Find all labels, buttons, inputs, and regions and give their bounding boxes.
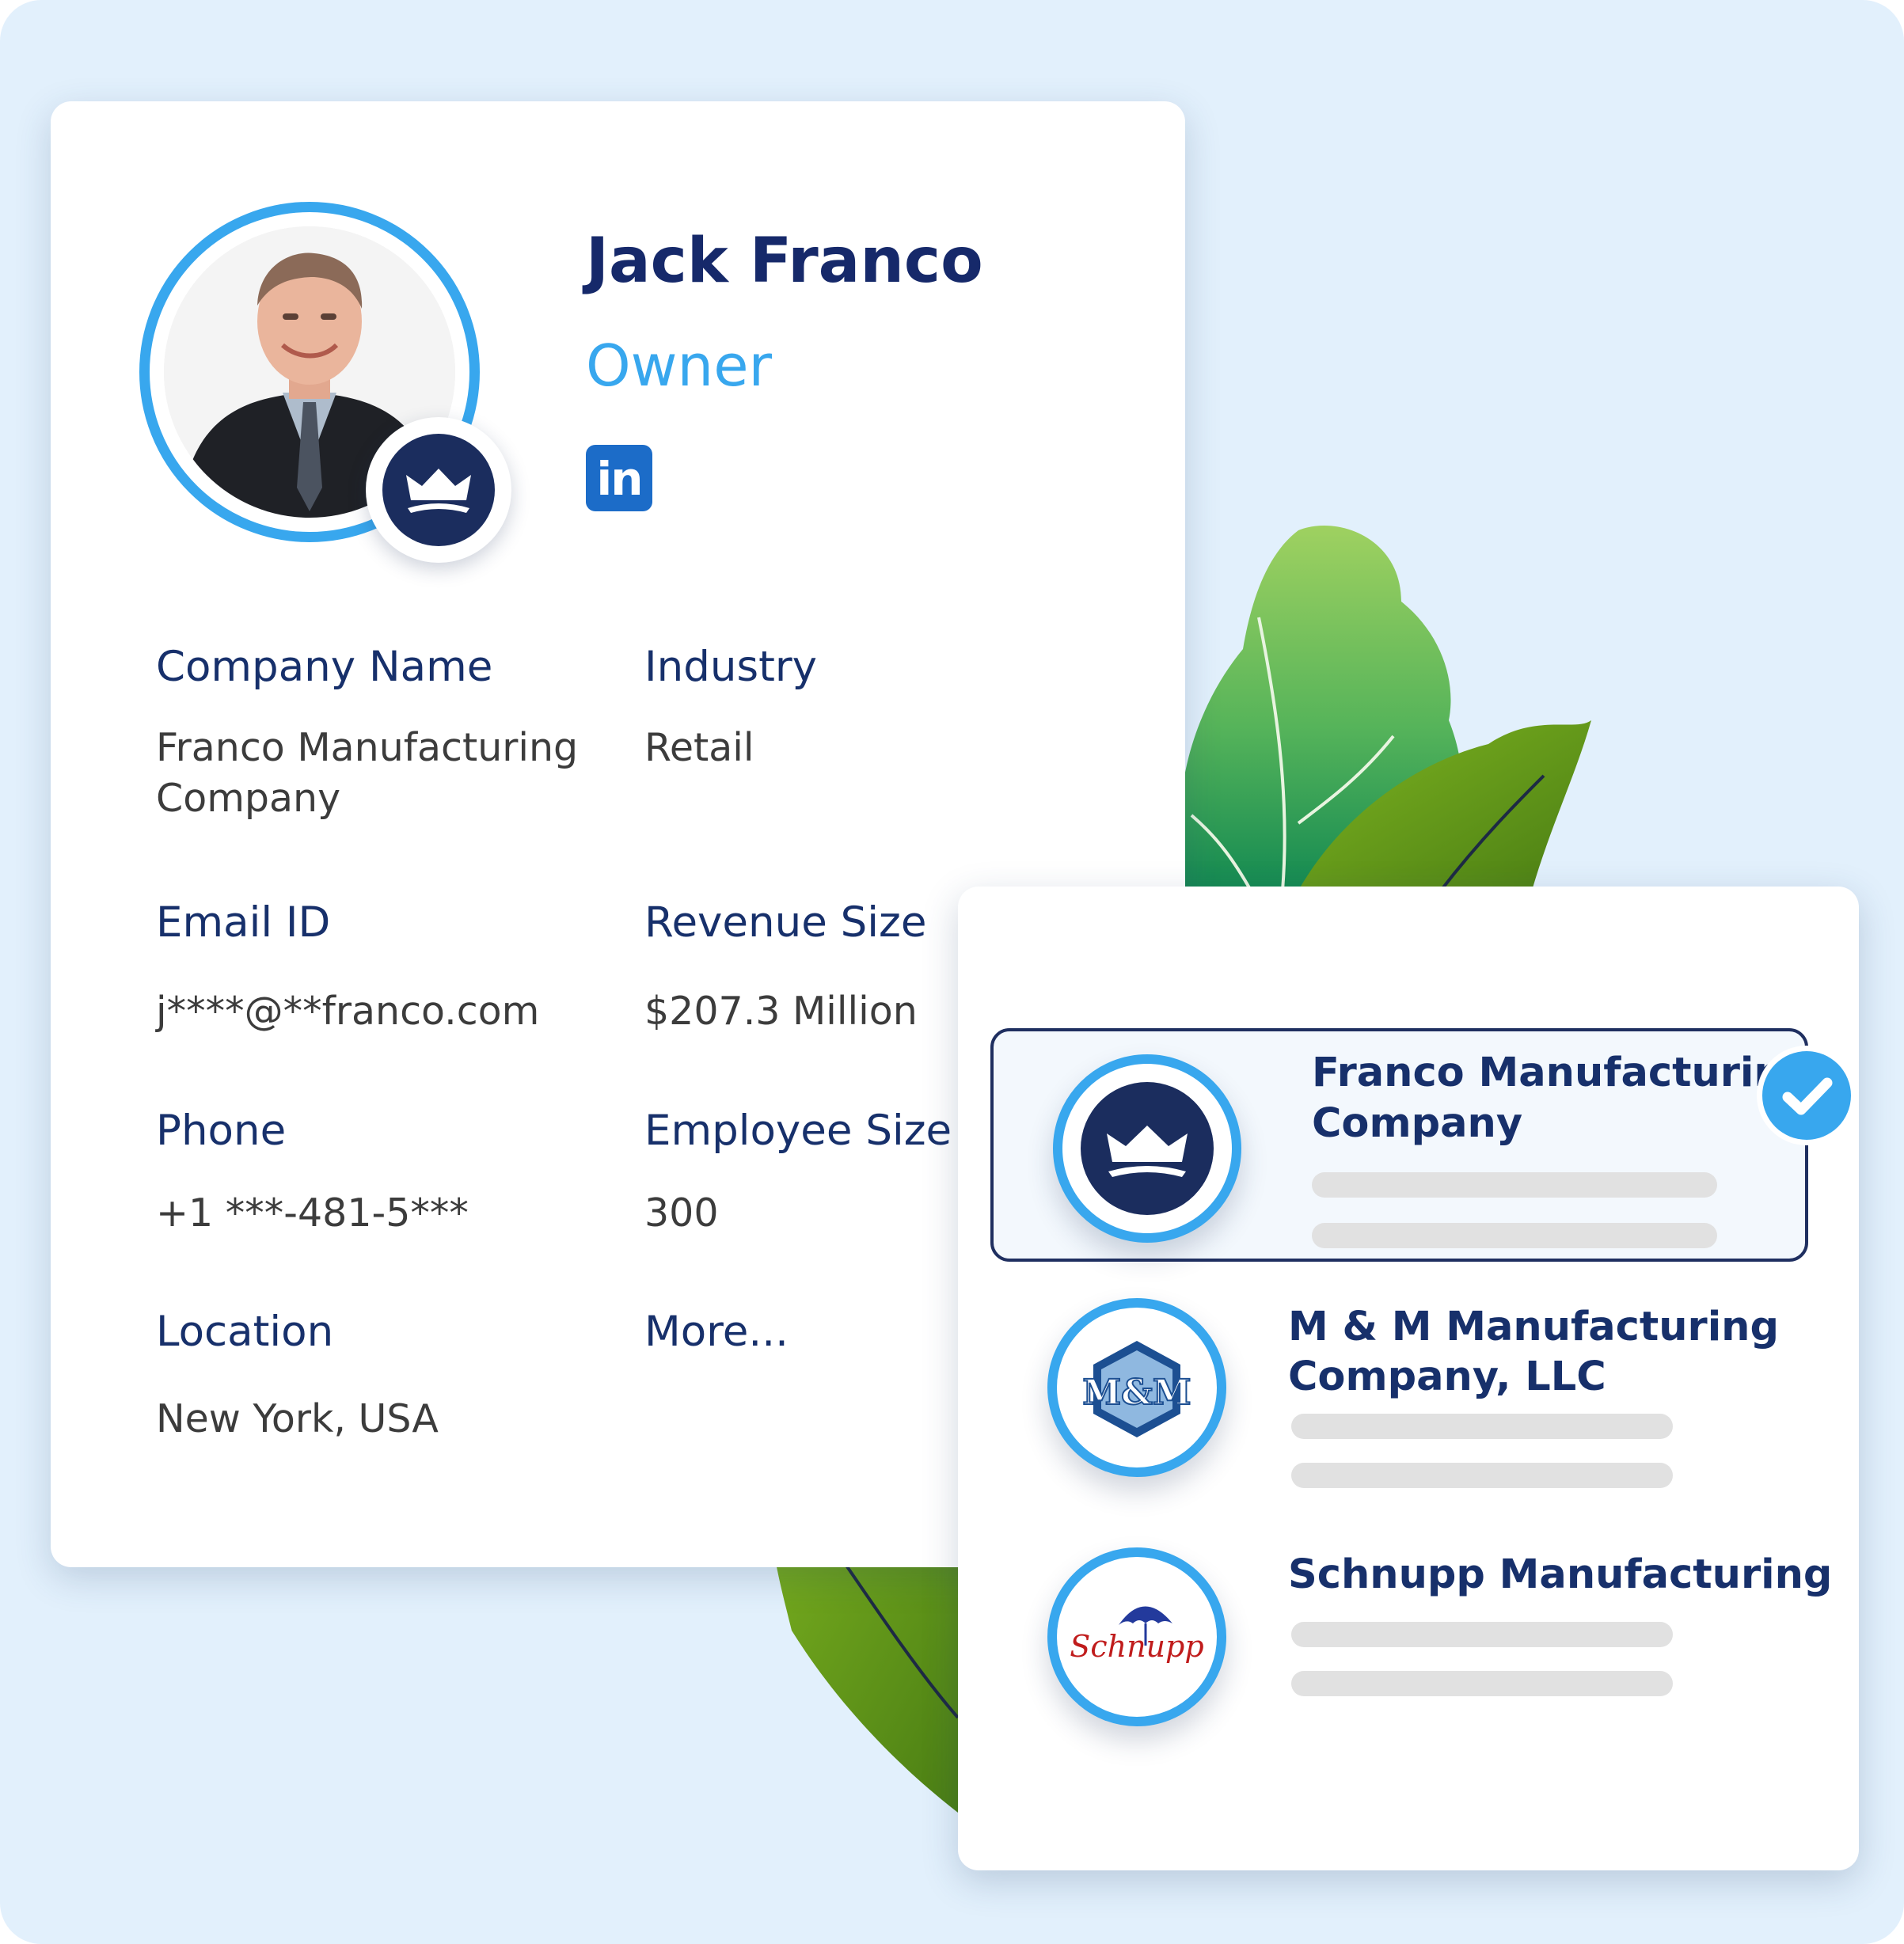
employee-size-label: Employee Size: [644, 1107, 952, 1155]
revenue-label: Revenue Size: [644, 898, 927, 947]
text-placeholder: [1312, 1172, 1717, 1198]
email-label: Email ID: [156, 898, 331, 947]
svg-text:M&M: M&M: [1082, 1373, 1191, 1413]
company-name-label: Company Name: [156, 643, 493, 691]
text-placeholder: [1291, 1671, 1673, 1696]
email-value: j****@**franco.com: [156, 989, 540, 1034]
profile-role: Owner: [586, 332, 773, 399]
company-name-value-line2: Company: [156, 776, 341, 821]
company-logo: [1053, 1054, 1241, 1243]
revenue-value: $207.3 Million: [644, 989, 918, 1034]
location-label: Location: [156, 1308, 334, 1356]
company-logo[interactable]: M&M: [1047, 1298, 1226, 1477]
more-link[interactable]: More...: [644, 1308, 789, 1356]
crown-badge: [366, 417, 511, 563]
linkedin-icon[interactable]: in: [586, 445, 652, 511]
company-logo[interactable]: Schnupp: [1047, 1547, 1226, 1726]
text-placeholder: [1291, 1622, 1673, 1647]
mm-logo-icon: M&M: [1081, 1341, 1192, 1437]
crown-logo-icon: [1081, 1082, 1214, 1215]
company-name-line1: Schnupp Manufacturing: [1288, 1551, 1833, 1598]
phone-value: +1 ***-481-5***: [156, 1190, 469, 1236]
company-name-line1: M & M Manufacturing: [1288, 1304, 1779, 1350]
phone-label: Phone: [156, 1107, 287, 1155]
check-icon: [1762, 1051, 1851, 1140]
location-value: New York, USA: [156, 1396, 439, 1441]
company-name-line2: Company: [1312, 1100, 1523, 1147]
text-placeholder: [1291, 1414, 1673, 1439]
company-name-line1: Franco Manufacturing: [1312, 1050, 1812, 1096]
page: Jack Franco Owner in Company Name Franco…: [0, 0, 1904, 1944]
text-placeholder: [1291, 1463, 1673, 1488]
text-placeholder: [1312, 1223, 1717, 1248]
svg-text:Schnupp: Schnupp: [1070, 1629, 1203, 1664]
company-name-value-line1: Franco Manufacturing: [156, 725, 579, 770]
industry-label: Industry: [644, 643, 818, 691]
company-name-line2: Company, LLC: [1288, 1354, 1606, 1400]
crown-icon: [382, 434, 495, 546]
employee-size-value: 300: [644, 1190, 719, 1236]
industry-value: Retail: [644, 725, 754, 770]
profile-name: Jack Franco: [586, 226, 983, 297]
schnupp-logo-icon: Schnupp: [1070, 1606, 1204, 1664]
